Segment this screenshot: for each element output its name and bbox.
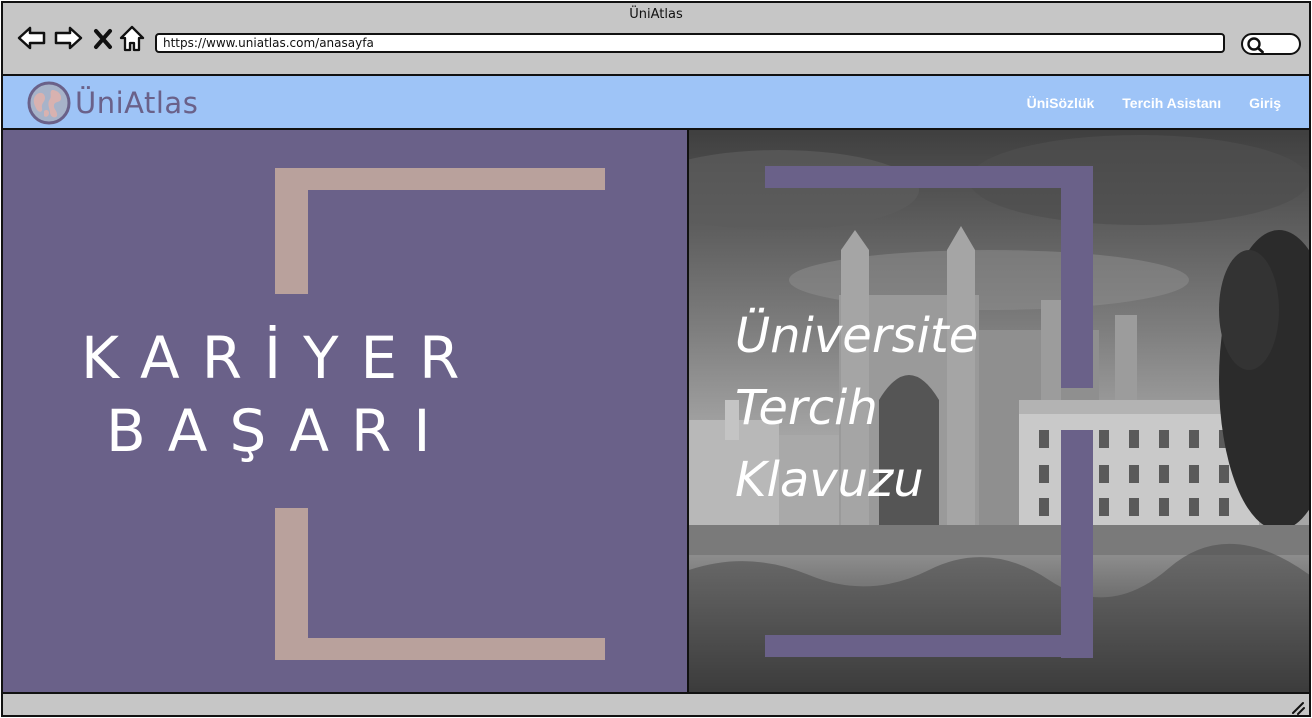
bracket-top-leg — [275, 168, 308, 294]
frame-top-bar — [765, 166, 1093, 188]
guide-heading-line2: Tercih — [735, 380, 878, 436]
frame-right-bottom-leg — [1061, 430, 1093, 658]
nav-link-giris[interactable]: Giriş — [1249, 95, 1281, 111]
back-arrow-icon[interactable] — [17, 25, 47, 51]
career-hero-panel[interactable]: KARİYER BAŞARI — [3, 130, 687, 692]
window-title: ÜniAtlas — [629, 7, 683, 22]
guide-heading-line3: Klavuzu — [735, 452, 924, 508]
bracket-top-bar — [275, 168, 605, 190]
guide-heading-line1: Üniversite — [735, 308, 979, 364]
resize-grip-icon[interactable] — [1289, 699, 1305, 715]
globe-logo-icon[interactable] — [27, 81, 71, 125]
main-nav: ÜniSözlük Tercih Asistanı Giriş — [1027, 95, 1281, 111]
status-bar — [3, 692, 1309, 715]
url-input[interactable]: https://www.uniatlas.com/anasayfa — [155, 33, 1225, 53]
home-icon[interactable] — [119, 25, 145, 53]
nav-link-tercih-asistani[interactable]: Tercih Asistanı — [1122, 95, 1221, 111]
career-heading-line1: KARİYER — [81, 324, 482, 392]
search-icon[interactable] — [1246, 36, 1264, 54]
university-guide-panel[interactable]: Üniversite Tercih Klavuzu — [689, 130, 1309, 692]
close-icon[interactable] — [93, 28, 113, 50]
bracket-bottom-bar — [275, 638, 605, 660]
logo-text[interactable]: ÜniAtlas — [75, 86, 198, 120]
nav-link-unisozluk[interactable]: ÜniSözlük — [1027, 95, 1095, 111]
forward-arrow-icon[interactable] — [53, 25, 83, 51]
guide-heading: Üniversite Tercih Klavuzu — [735, 300, 978, 516]
site-header: ÜniAtlas ÜniSözlük Tercih Asistanı Giriş — [3, 74, 1309, 130]
career-heading-line2: BAŞARI — [106, 397, 453, 465]
browser-window: ÜniAtlas https://www.uniatlas.com/anasay… — [1, 1, 1311, 717]
frame-right-top-leg — [1061, 166, 1093, 388]
frame-bottom-bar — [765, 635, 1093, 657]
career-heading: KARİYER BAŞARI — [81, 322, 521, 468]
search-field[interactable] — [1241, 33, 1301, 55]
